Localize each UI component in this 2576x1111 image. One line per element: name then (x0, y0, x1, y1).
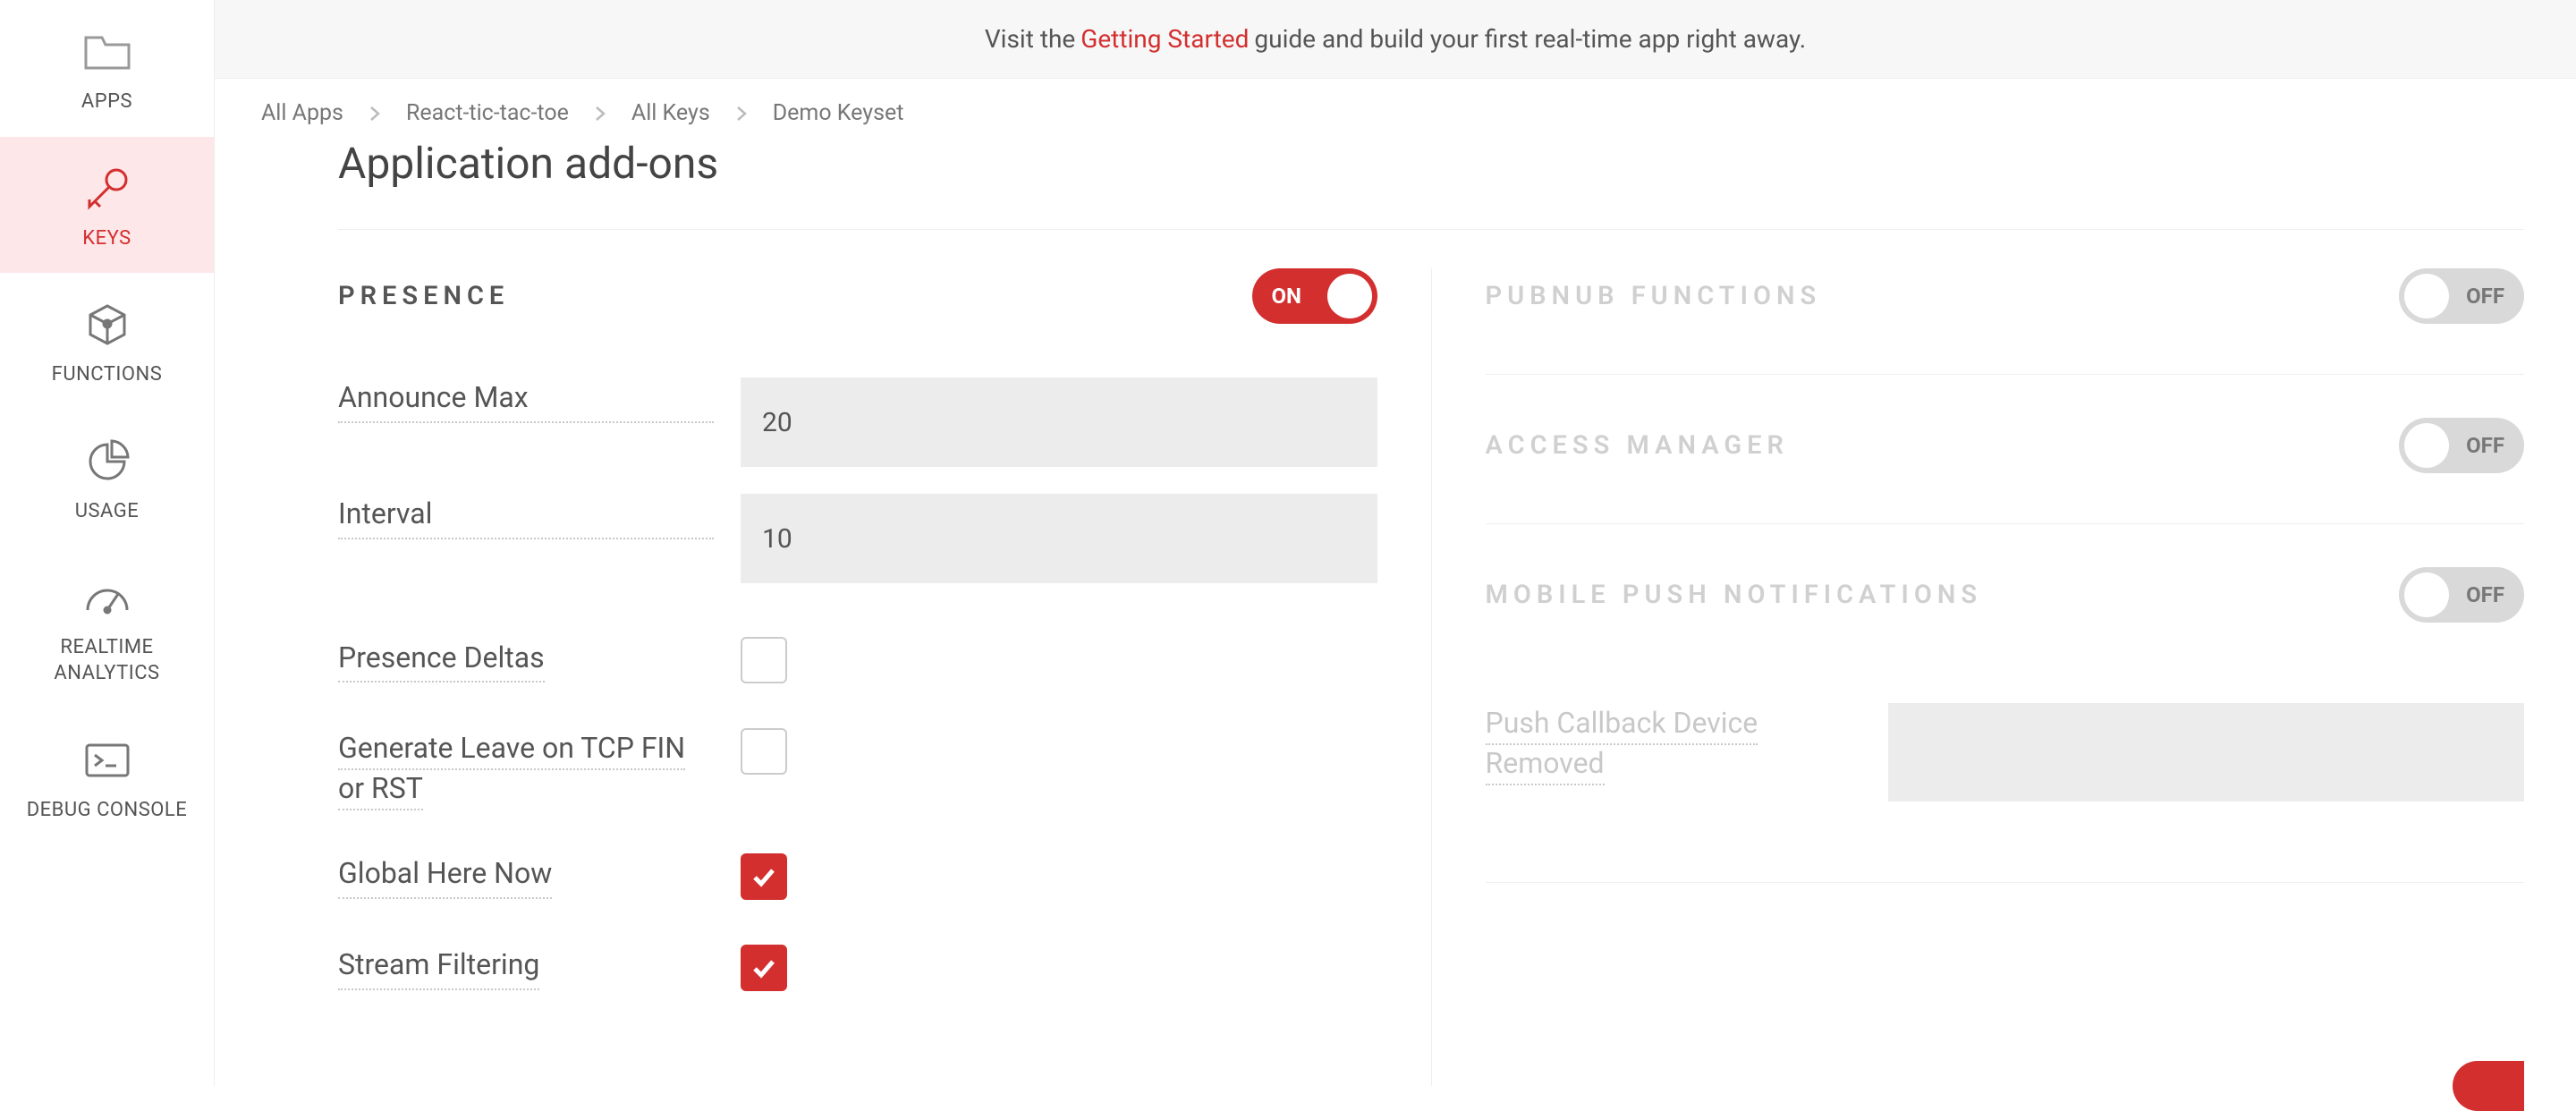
toggle-label: OFF (2446, 582, 2524, 607)
cube-icon (82, 300, 132, 350)
presence-deltas-row: Presence Deltas (338, 637, 1377, 683)
presence-deltas-label: Presence Deltas (338, 638, 545, 683)
divider (1486, 882, 2525, 883)
access-manager-toggle[interactable]: OFF (2399, 418, 2524, 473)
getting-started-link[interactable]: Getting Started (1080, 24, 1249, 54)
functions-toggle[interactable]: OFF (2399, 268, 2524, 324)
divider (1486, 374, 2525, 375)
key-icon (82, 164, 132, 214)
stream-filtering-label: Stream Filtering (338, 945, 539, 990)
push-callback-input[interactable] (1888, 703, 2525, 801)
presence-toggle[interactable]: ON (1252, 268, 1377, 324)
interval-label: Interval (338, 494, 714, 539)
push-callback-row: Push Callback Device Removed (1486, 703, 2525, 801)
sidebar-item-label: USAGE (66, 499, 148, 525)
sidebar-item-keys[interactable]: KEYS (0, 137, 214, 274)
access-manager-title: ACCESS MANAGER (1486, 430, 1789, 461)
sidebar-item-label: DEBUG CONSOLE (18, 798, 197, 824)
sidebar-item-label: APPS (72, 89, 141, 115)
functions-header: PUBNUB FUNCTIONS OFF (1486, 268, 2525, 324)
terminal-icon (82, 735, 132, 785)
sidebar-item-label: FUNCTIONS (43, 362, 172, 388)
mobile-push-toggle[interactable]: OFF (2399, 567, 2524, 623)
banner: Visit the Getting Started guide and buil… (215, 0, 2576, 79)
gauge-icon (82, 572, 132, 623)
presence-title: PRESENCE (338, 281, 509, 311)
toggle-knob (2404, 572, 2449, 617)
interval-input[interactable] (741, 494, 1377, 583)
announce-max-row: Announce Max (338, 377, 1377, 467)
announce-max-label: Announce Max (338, 377, 714, 423)
right-column: PUBNUB FUNCTIONS OFF ACCESS MANAGER OFF … (1432, 268, 2525, 1086)
sidebar-item-label: KEYS (73, 226, 140, 252)
sidebar-item-usage[interactable]: USAGE (0, 410, 214, 547)
sidebar-item-debug-console[interactable]: DEBUG CONSOLE (0, 708, 214, 845)
tcp-fin-row: Generate Leave on TCP FIN or RST (338, 728, 1377, 809)
global-here-now-checkbox[interactable] (741, 853, 787, 900)
tcp-fin-checkbox[interactable] (741, 728, 787, 775)
presence-column: PRESENCE ON Announce Max Interval Presen… (338, 268, 1432, 1086)
crumb-all-keys[interactable]: All Keys (631, 100, 710, 126)
global-here-now-row: Global Here Now (338, 853, 1377, 900)
presence-deltas-checkbox[interactable] (741, 637, 787, 683)
chevron-right-icon (594, 105, 606, 123)
presence-header: PRESENCE ON (338, 268, 1377, 324)
sidebar-item-label: REALTIME ANALYTICS (0, 635, 214, 686)
sidebar-item-realtime-analytics[interactable]: REALTIME ANALYTICS (0, 546, 214, 708)
mobile-push-title: MOBILE PUSH NOTIFICATIONS (1486, 580, 1983, 610)
chevron-right-icon (735, 105, 748, 123)
toggle-knob (2404, 274, 2449, 318)
banner-text-post: guide and build your first real-time app… (1254, 24, 1806, 54)
toggle-knob (2404, 423, 2449, 468)
crumb-keyset: Demo Keyset (773, 100, 904, 126)
mobile-push-header: MOBILE PUSH NOTIFICATIONS OFF (1486, 567, 2525, 623)
sidebar: APPS KEYS FUNCTIONS USAGE REALTIME ANALY… (0, 0, 215, 1086)
sidebar-item-apps[interactable]: APPS (0, 0, 214, 137)
announce-max-input[interactable] (741, 377, 1377, 467)
divider (1486, 523, 2525, 524)
stream-filtering-row: Stream Filtering (338, 945, 1377, 991)
divider (338, 229, 2524, 230)
interval-row: Interval (338, 494, 1377, 583)
banner-text-pre: Visit the (985, 24, 1075, 54)
breadcrumb: All Apps React-tic-tac-toe All Keys Demo… (261, 100, 903, 126)
push-callback-label: Push Callback Device Removed (1486, 706, 1758, 785)
toggle-label: OFF (2446, 284, 2524, 309)
addons-columns: PRESENCE ON Announce Max Interval Presen… (338, 268, 2524, 1086)
tcp-fin-label: Generate Leave on TCP FIN or RST (338, 731, 685, 810)
partial-toggle[interactable] (2453, 1061, 2524, 1111)
sidebar-item-functions[interactable]: FUNCTIONS (0, 273, 214, 410)
toggle-knob (1327, 274, 1372, 318)
page-title: Application add-ons (338, 138, 718, 189)
crumb-app-name[interactable]: React-tic-tac-toe (406, 100, 569, 126)
pie-chart-icon (82, 437, 132, 487)
chevron-right-icon (369, 105, 381, 123)
toggle-label: OFF (2446, 433, 2524, 458)
folder-icon (82, 27, 132, 77)
crumb-all-apps[interactable]: All Apps (261, 100, 343, 126)
functions-title: PUBNUB FUNCTIONS (1486, 281, 1822, 311)
access-manager-header: ACCESS MANAGER OFF (1486, 418, 2525, 473)
global-here-now-label: Global Here Now (338, 853, 552, 899)
toggle-label: ON (1252, 284, 1321, 309)
stream-filtering-checkbox[interactable] (741, 945, 787, 991)
